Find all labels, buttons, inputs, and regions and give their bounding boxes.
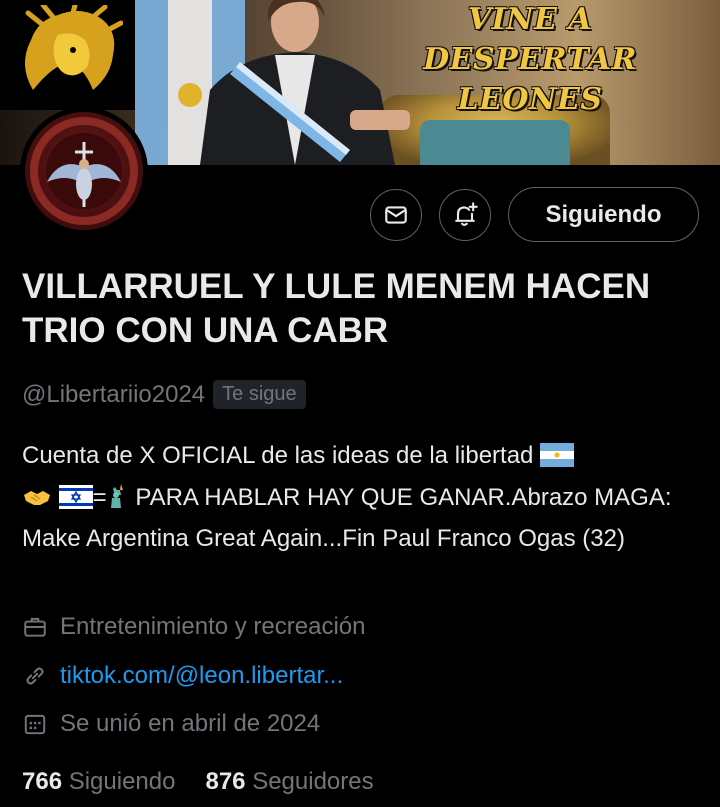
follow-counts: 766 Siguiendo 876 Seguidores [22,768,374,796]
israel-flag-icon [58,483,93,521]
throne-seat-image [420,120,570,165]
statue-of-liberty-icon [107,483,129,521]
follows-you-badge: Te sigue [213,380,306,409]
bio-text-2: = [92,483,107,511]
category-label: Entretenimiento y recreación [60,613,366,640]
bio-text-1: Cuenta de X OFICIAL de las ideas de la l… [22,442,541,469]
archangel-emblem-icon [30,117,138,225]
followers-count: 876 [205,768,246,795]
notifications-button[interactable] [439,189,491,241]
display-name: VILLARRUEL Y LULE MENEM HACEN TRIO CON U… [22,267,651,350]
joined-row: Se unió en abril de 2024 [22,710,320,738]
lion-head-icon [24,5,123,90]
following-button[interactable]: Siguiendo [508,187,699,242]
avatar[interactable] [20,107,148,235]
message-button[interactable] [370,189,422,241]
calendar-icon [24,714,46,735]
banner-headline: VINE A DESPERTAR LEONES [360,0,700,120]
website-link[interactable]: tiktok.com/@leon.libertar... [60,662,343,690]
category-row: Entretenimiento y recreación [22,613,365,641]
user-handle: @Libertariio2024 [22,380,206,408]
bio: Cuenta de X OFICIAL de las ideas de la l… [22,437,712,558]
handle-row: @Libertariio2024 Te sigue [22,380,306,409]
bell-plus-icon [455,202,478,226]
banner-headline-line1: VINE A DESPERTAR [423,2,637,77]
followers-label: Seguidores [252,768,374,795]
following-count-link[interactable]: 766 Siguiendo [22,768,175,796]
envelope-icon [385,206,407,224]
lion-logo [0,0,135,110]
followers-count-link[interactable]: 876 Seguidores [205,768,373,796]
banner-headline-line2: LEONES [457,82,603,117]
following-label: Siguiendo [68,768,176,795]
website-row: tiktok.com/@leon.libertar... [22,662,343,690]
following-count: 766 [22,768,63,795]
avatar-image [25,112,143,230]
joined-date: Se unió en abril de 2024 [60,710,321,737]
link-icon [26,667,44,685]
handshake-icon [22,483,52,521]
argentina-flag-icon [540,441,575,479]
briefcase-icon [24,617,46,637]
